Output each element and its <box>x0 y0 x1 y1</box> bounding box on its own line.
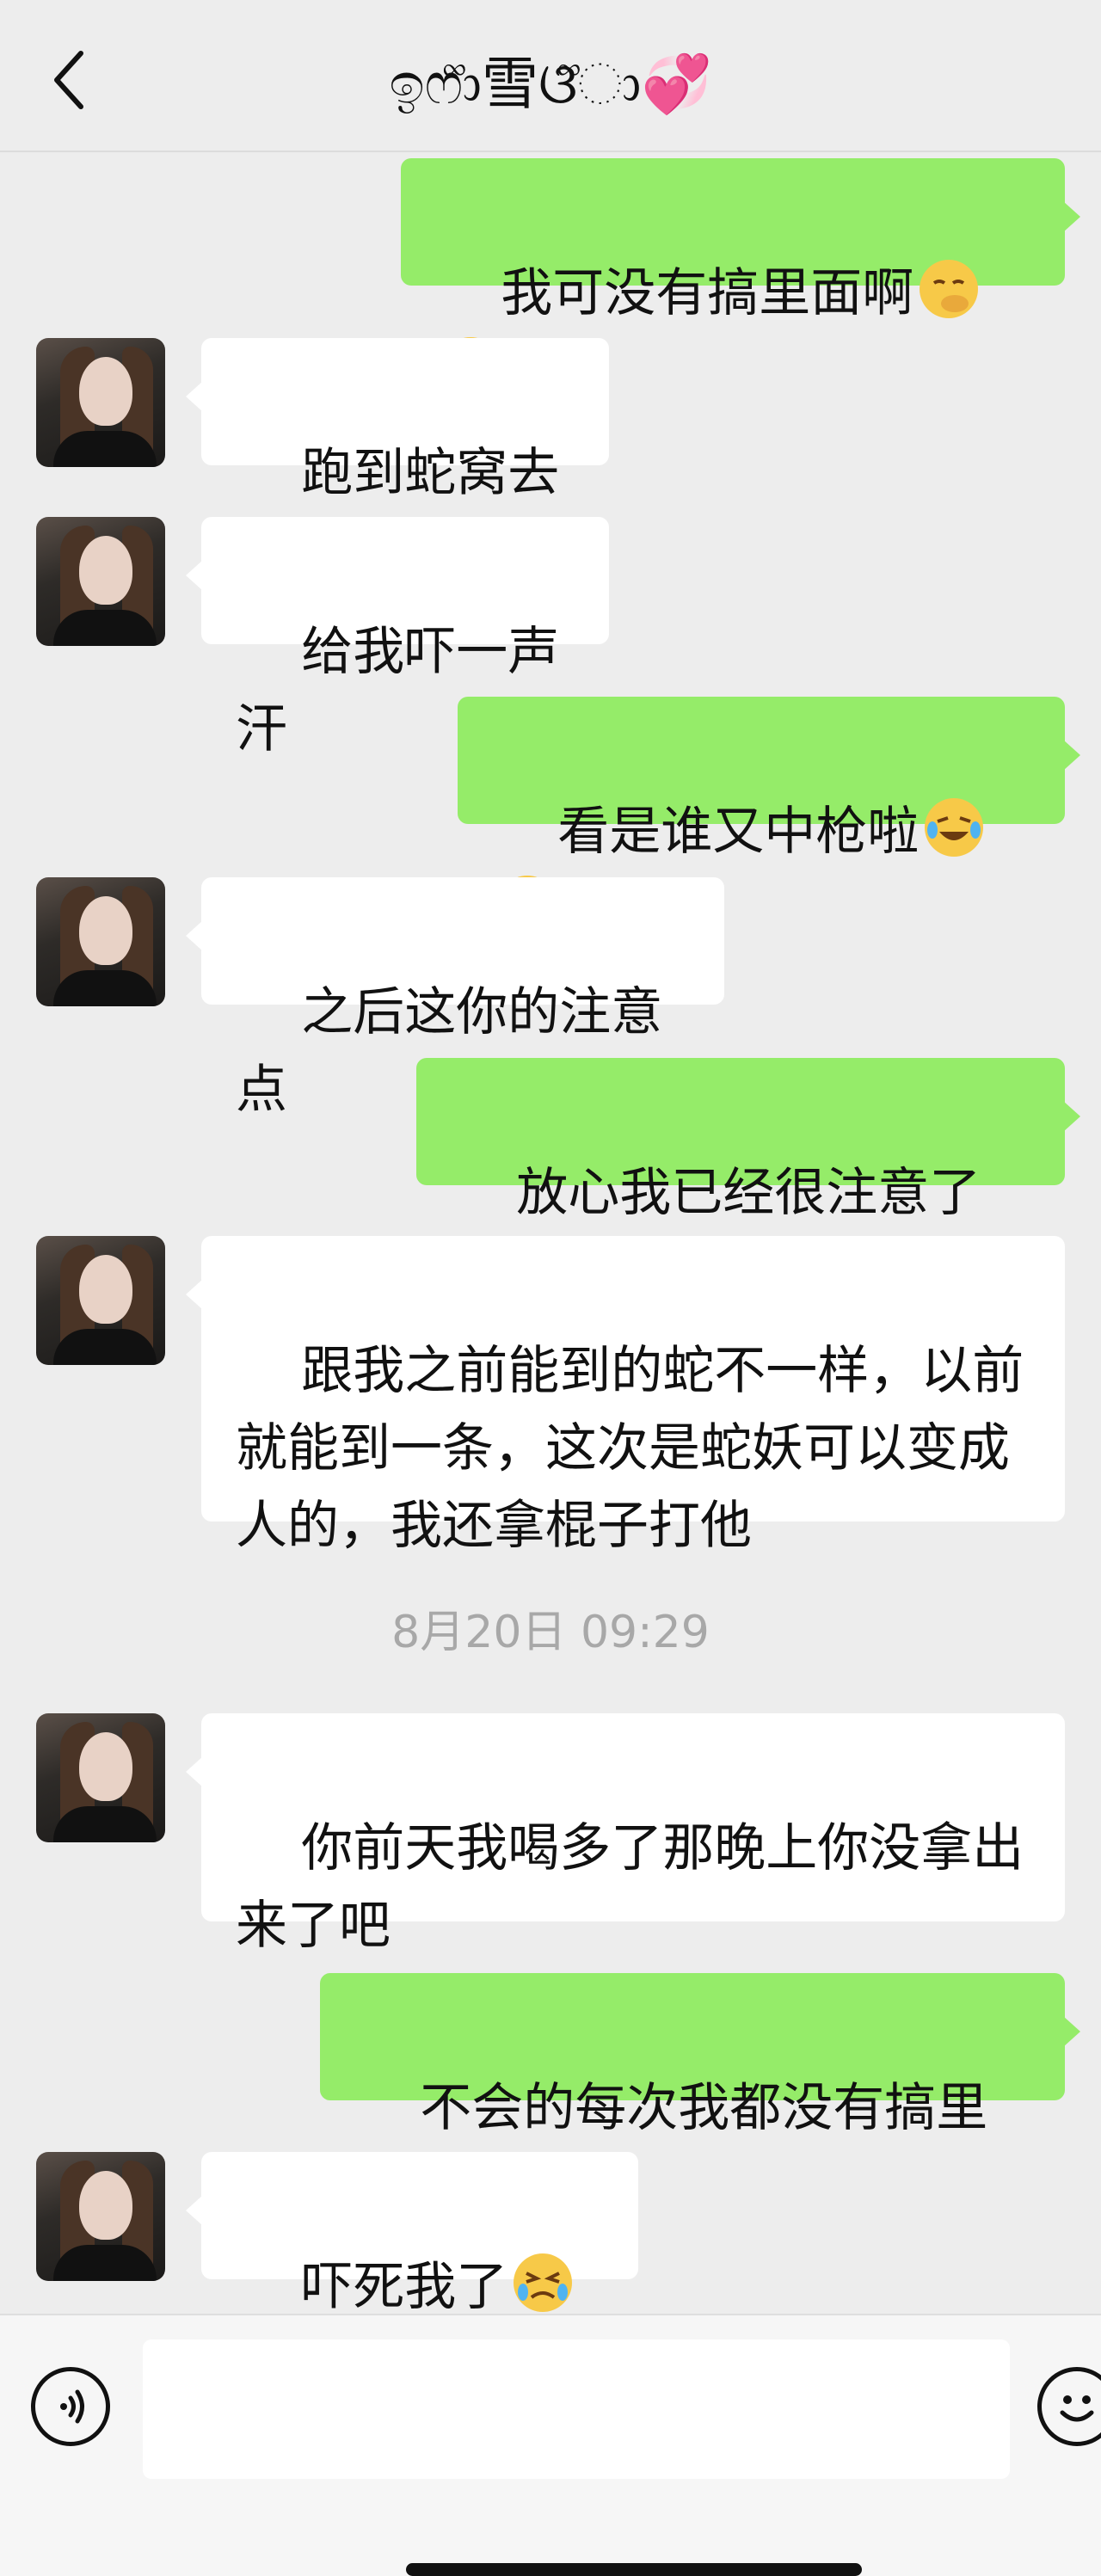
voice-button[interactable] <box>31 2367 110 2446</box>
message-bubble-received[interactable]: 吓死我了 <box>186 2152 638 2389</box>
contact-avatar[interactable] <box>36 2152 165 2281</box>
message-text: 我可没有搞里面啊 <box>501 263 914 323</box>
message-bubble-received[interactable]: 之后这你的注意点 <box>186 877 724 1120</box>
chat-screen: ඉෆ᪲᪲ා雪ଓ᪲᪲ා💞 我可没有搞里面啊 跑到蛇窝去了 给我吓一声汗 看是谁又中… <box>0 0 1101 2576</box>
smiley-icon <box>1060 2395 1094 2422</box>
chat-title[interactable]: ඉෆ᪲᪲ා雪ଓ᪲᪲ා💞 <box>0 41 1101 127</box>
home-indicator[interactable] <box>406 2563 862 2576</box>
message-text: 放心我已经很注意了 <box>516 1163 981 1223</box>
message-bubble-sent[interactable]: 我可没有搞里面啊 <box>401 158 1080 396</box>
contact-avatar[interactable] <box>36 877 165 1006</box>
message-bubble-received[interactable]: 你前天我喝多了那晚上你没拿出来了吧 <box>186 1713 1065 1956</box>
message-bubble-received[interactable]: 给我吓一声汗 <box>186 517 609 759</box>
message-text: 你前天我喝多了那晚上你没拿出来了吧 <box>236 1818 1024 1956</box>
message-bubble-sent[interactable]: 放心我已经很注意了 <box>416 1058 1080 1295</box>
message-text: 跟我之前能到的蛇不一样，以前就能到一条，这次是蛇妖可以变成人的，我还拿棍子打他 <box>236 1341 1024 1556</box>
contact-avatar[interactable] <box>36 517 165 646</box>
emoji-button[interactable] <box>1037 2367 1101 2446</box>
blush-hand-icon <box>920 260 979 318</box>
message-bubble-received[interactable]: 跟我之前能到的蛇不一样，以前就能到一条，这次是蛇妖可以变成人的，我还拿棍子打他 <box>186 1236 1065 1556</box>
contact-avatar[interactable] <box>36 338 165 467</box>
message-bubble-sent[interactable]: 不会的每次我都没有搞里面 <box>320 1973 1080 2216</box>
chat-header: ඉෆ᪲᪲ා雪ଓ᪲᪲ා💞 <box>0 0 1101 152</box>
tears-of-distress-icon <box>514 2253 573 2312</box>
message-input[interactable] <box>143 2339 1010 2479</box>
voice-icon <box>60 2389 84 2424</box>
message-bubble-received[interactable]: 跑到蛇窝去了 <box>186 338 609 581</box>
message-text: 看是谁又中枪啦 <box>557 802 920 862</box>
message-bubble-sent[interactable]: 看是谁又中枪啦 <box>458 697 1080 934</box>
contact-avatar[interactable] <box>36 1713 165 1842</box>
message-text: 吓死我了 <box>301 2257 508 2317</box>
message-timestamp: 8月20日 09:29 <box>391 1607 710 1658</box>
crying-laugh-icon <box>925 798 984 857</box>
contact-avatar[interactable] <box>36 1236 165 1365</box>
